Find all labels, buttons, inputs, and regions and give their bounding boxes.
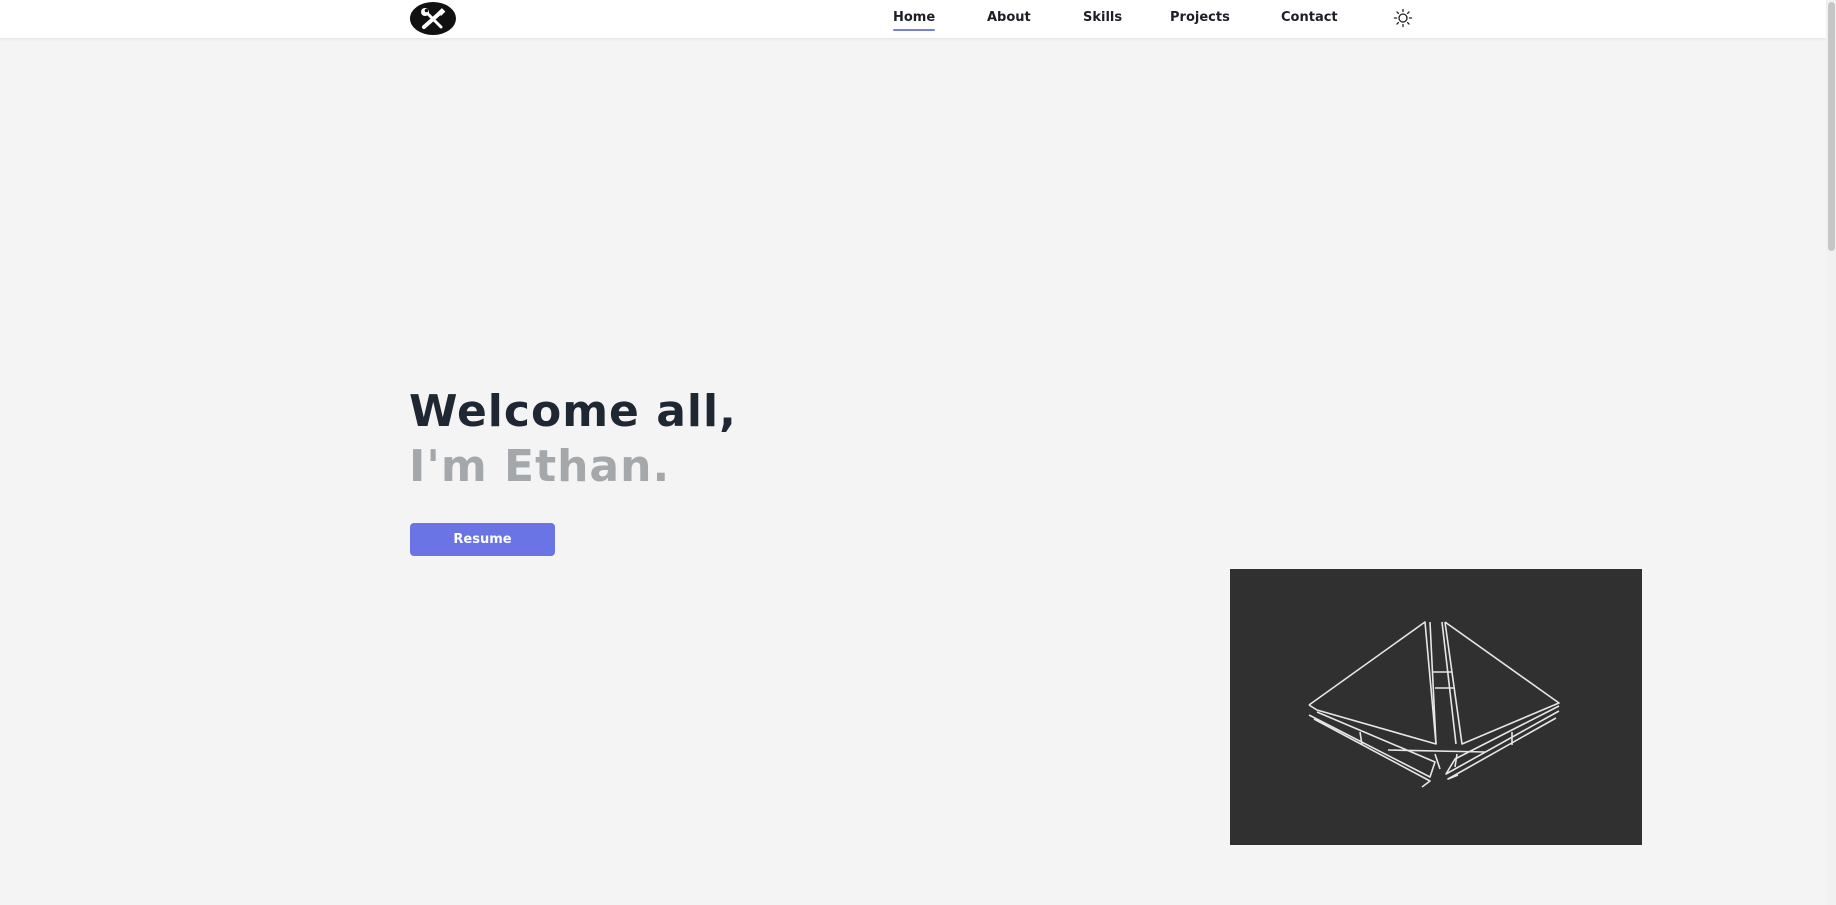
hero-title: Welcome all,: [409, 386, 737, 437]
nav-link-about[interactable]: About: [987, 10, 1031, 25]
hero-subtitle: I'm Ethan.: [409, 441, 671, 492]
resume-button[interactable]: Resume: [410, 523, 555, 556]
nav-link-contact[interactable]: Contact: [1281, 10, 1338, 25]
tools-icon: [421, 7, 446, 29]
nav-link-skills[interactable]: Skills: [1083, 10, 1122, 25]
nav-link-home[interactable]: Home: [893, 10, 936, 31]
logo-tools-icon[interactable]: [410, 2, 456, 35]
nav-link-projects[interactable]: Projects: [1170, 10, 1230, 25]
theme-toggle-button[interactable]: [1392, 7, 1414, 29]
sun-icon: [1393, 8, 1413, 28]
ethereum-wireframe-icon: [1308, 621, 1560, 788]
navbar: Home About Skills Projects Contact: [0, 0, 1826, 38]
3d-render-canvas[interactable]: [1230, 569, 1642, 845]
scrollbar-thumb[interactable]: [1828, 2, 1835, 251]
